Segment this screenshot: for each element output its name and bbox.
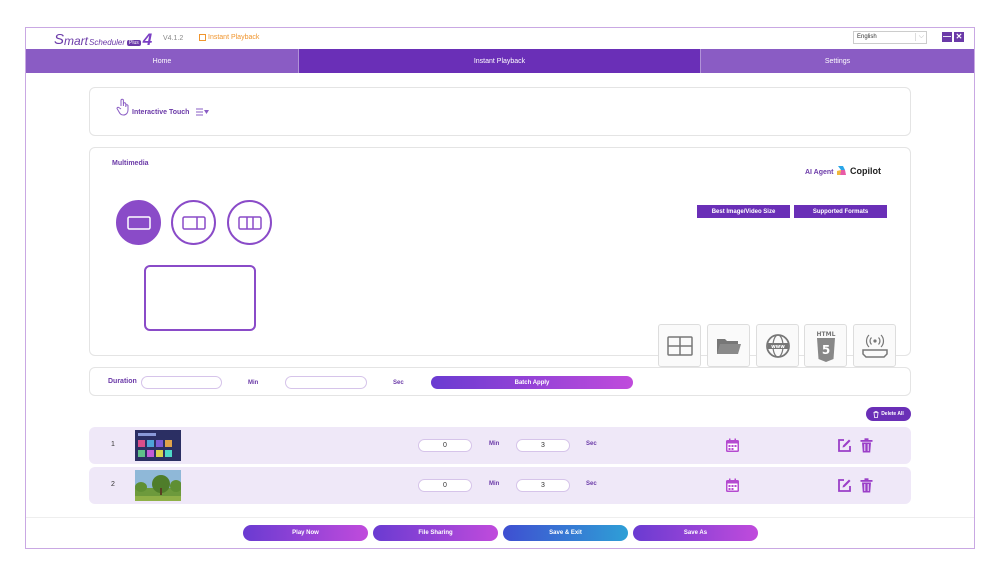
trash-icon[interactable] xyxy=(860,438,873,453)
screen-thumbnail[interactable] xyxy=(135,430,181,461)
duration-min-input[interactable] xyxy=(141,376,222,389)
row-min-label: Min xyxy=(489,441,500,447)
edit-icon[interactable] xyxy=(837,478,852,493)
folder-source-button[interactable] xyxy=(707,324,750,367)
svg-text:www: www xyxy=(771,344,785,350)
edit-icon[interactable] xyxy=(837,438,852,453)
chevron-down-icon: ⌵ xyxy=(914,33,924,41)
playlist-row[interactable]: 2 0 Min 3 Sec xyxy=(89,467,911,504)
row-min-label: Min xyxy=(489,481,500,487)
title-bar: S mart Scheduler Plus 4 V4.1.2 Instant P… xyxy=(26,28,974,49)
landscape-thumbnail[interactable] xyxy=(135,470,181,501)
logo-badge: Plus xyxy=(127,40,141,46)
hdmi-signal-icon xyxy=(861,334,888,358)
row-sec-input[interactable]: 3 xyxy=(516,439,570,452)
duration-sec-input[interactable] xyxy=(285,376,367,389)
delete-all-label: Delete All xyxy=(881,411,904,417)
row-min-input[interactable]: 0 xyxy=(418,479,472,492)
batch-apply-button[interactable]: Batch Apply xyxy=(431,376,633,389)
copilot-button[interactable]: Copilot xyxy=(836,165,881,176)
html5-label: HTML xyxy=(816,331,835,338)
calendar-icon[interactable] xyxy=(725,478,740,493)
save-as-button[interactable]: Save As xyxy=(633,525,758,541)
layout-split-button[interactable] xyxy=(171,200,216,245)
duration-sec-label: Sec xyxy=(393,380,404,386)
tab-instant-playback[interactable]: Instant Playback xyxy=(299,49,701,73)
folder-icon xyxy=(716,338,741,354)
save-exit-button[interactable]: Save & Exit xyxy=(503,525,628,541)
main-tabs: Home Instant Playback Settings xyxy=(26,49,974,73)
main-content: Interactive Touch Multimedia AI Agent Co… xyxy=(26,73,974,517)
logo-mart: mart xyxy=(64,34,89,48)
trash-icon[interactable] xyxy=(860,478,873,493)
breadcrumb-label: Instant Playback xyxy=(208,34,260,41)
row-sec-label: Sec xyxy=(586,441,597,447)
row-min-input[interactable]: 0 xyxy=(418,439,472,452)
logo-four: 4 xyxy=(142,30,153,49)
minimize-button[interactable]: — xyxy=(942,32,952,42)
single-screen-icon xyxy=(126,215,151,230)
triple-screen-icon xyxy=(237,215,262,230)
logo-s: S xyxy=(54,31,65,48)
interactive-touch-card: Interactive Touch xyxy=(89,87,911,136)
trash-icon xyxy=(873,410,879,418)
app-logo: S mart Scheduler Plus 4 xyxy=(54,30,152,48)
play-now-button[interactable]: Play Now xyxy=(243,525,368,541)
grid-source-button[interactable] xyxy=(658,324,701,367)
touch-hand-icon xyxy=(116,98,129,116)
layout-preview[interactable] xyxy=(144,265,256,331)
playlist-row[interactable]: 1 0 Min 3 Sec xyxy=(89,427,911,464)
filter-list-icon[interactable] xyxy=(196,108,210,116)
html5-source-button[interactable]: HTML 5 xyxy=(804,324,847,367)
row-sec-input[interactable]: 3 xyxy=(516,479,570,492)
duration-min-label: Min xyxy=(248,380,259,386)
bottom-divider xyxy=(26,517,974,518)
ai-agent-label: AI Agent xyxy=(805,169,834,176)
copilot-label: Copilot xyxy=(850,165,881,176)
web-source-button[interactable]: www xyxy=(756,324,799,367)
page-icon xyxy=(199,34,206,41)
split-screen-icon xyxy=(181,215,206,230)
hdmi-source-button[interactable] xyxy=(853,324,896,367)
file-sharing-button[interactable]: File Sharing xyxy=(373,525,498,541)
language-value: English xyxy=(857,34,877,40)
globe-www-icon: www xyxy=(765,333,790,358)
layout-single-button[interactable] xyxy=(116,200,161,245)
delete-all-button[interactable]: Delete All xyxy=(866,407,911,421)
row-sec-label: Sec xyxy=(586,481,597,487)
duration-label: Duration xyxy=(108,378,137,385)
version-label: V4.1.2 xyxy=(163,35,184,42)
row-index: 2 xyxy=(111,481,115,488)
copilot-icon xyxy=(837,166,846,175)
interactive-touch-label: Interactive Touch xyxy=(132,109,190,116)
supported-formats-button[interactable]: Supported Formats xyxy=(794,205,887,218)
calendar-icon[interactable] xyxy=(725,438,740,453)
layout-triple-button[interactable] xyxy=(227,200,272,245)
duration-card: Duration Min Sec Batch Apply xyxy=(89,367,911,396)
grid-icon xyxy=(666,335,693,356)
close-button[interactable]: ✕ xyxy=(954,32,964,42)
language-select[interactable]: English ⌵ xyxy=(853,31,927,44)
best-size-button[interactable]: Best Image/Video Size xyxy=(697,205,790,218)
multimedia-title: Multimedia xyxy=(112,160,149,167)
logo-scheduler: Scheduler xyxy=(89,38,126,47)
svg-text:5: 5 xyxy=(821,343,829,357)
html5-icon: HTML 5 xyxy=(816,331,835,362)
tab-settings[interactable]: Settings xyxy=(701,49,974,73)
row-index: 1 xyxy=(111,441,115,448)
breadcrumb[interactable]: Instant Playback xyxy=(199,34,259,41)
tab-home[interactable]: Home xyxy=(26,49,299,73)
app-window: S mart Scheduler Plus 4 V4.1.2 Instant P… xyxy=(25,27,975,549)
